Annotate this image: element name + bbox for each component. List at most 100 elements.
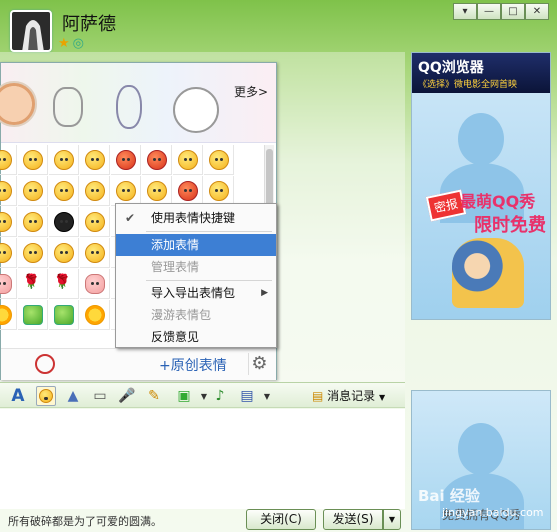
menu-item-label: 导入导出表情包 [151, 286, 236, 300]
emoticon-cell[interactable] [18, 176, 48, 206]
contact-name: 阿萨德 [62, 14, 116, 35]
ad-banner[interactable]: QQ浏览器 《选择》微电影全网首映 密报 最萌QQ秀 限时免费中 [411, 52, 551, 320]
emoticon-icon [22, 211, 43, 232]
gear-icon[interactable]: ⚙ [248, 353, 270, 375]
maximize-button[interactable]: □ [501, 3, 525, 20]
smiley-icon [39, 389, 53, 403]
emoticon-cell[interactable]: 🌹 [18, 269, 48, 299]
message-input[interactable] [0, 409, 405, 509]
menu-separator [146, 231, 272, 232]
context-menu[interactable]: ✔ 使用表情快捷键 添加表情 管理表情 导入导出表情包 ▶ 漫游表情包 反馈意见 [115, 203, 277, 348]
sticker-rabbit[interactable] [116, 85, 142, 129]
microphone-icon[interactable]: 🎤 [117, 386, 137, 406]
emoticon-cell[interactable] [49, 207, 79, 237]
menu-item-label: 反馈意见 [151, 330, 200, 344]
emoticon-cell[interactable] [111, 176, 141, 206]
emoticon-cell[interactable] [204, 145, 234, 175]
emoticon-icon [84, 149, 105, 170]
more-link[interactable]: 更多> [234, 83, 268, 100]
magic-hat-icon[interactable]: ▲ [63, 386, 83, 406]
emoticon-cell[interactable] [80, 238, 110, 268]
video-icon[interactable]: ▭ [90, 386, 110, 406]
emoticon-cell[interactable] [18, 207, 48, 237]
emoticon-cell[interactable] [49, 145, 79, 175]
emoticon-icon [0, 211, 12, 232]
chevron-down-icon: ▼ [379, 393, 386, 402]
emoticon-cell[interactable]: 🌹 [49, 269, 79, 299]
emoticon-cell[interactable] [18, 238, 48, 268]
emoticon-button[interactable] [36, 386, 56, 406]
ad-line1: 最萌QQ秀 [460, 192, 536, 211]
avatar[interactable] [10, 10, 52, 52]
menu-item-manage[interactable]: 管理表情 [116, 256, 276, 278]
emoticon-icon: 🌹 [53, 273, 71, 290]
emoticon-icon [84, 242, 105, 263]
sticker-rage-face[interactable] [173, 87, 219, 133]
send-options-chevron-icon[interactable]: ▼ [383, 509, 401, 530]
emoticon-cell[interactable] [0, 176, 17, 206]
history-label: 消息记录 [327, 389, 376, 403]
close-button[interactable]: 关闭(C) [246, 509, 316, 530]
sync-icon[interactable]: ◎ [73, 36, 84, 51]
send-button[interactable]: 发送(S) [323, 509, 383, 530]
emoticon-icon [208, 180, 229, 201]
emoticon-cell[interactable] [0, 269, 17, 299]
emoticon-cell[interactable] [204, 176, 234, 206]
emoticon-cell[interactable] [0, 207, 17, 237]
emoticon-cell[interactable] [18, 145, 48, 175]
sticker-pig[interactable] [0, 81, 37, 127]
menu-item-shortcut[interactable]: ✔ 使用表情快捷键 [116, 207, 276, 229]
font-button[interactable]: A [8, 386, 28, 406]
emoticon-cell[interactable] [0, 300, 17, 330]
emoticon-icon [22, 180, 43, 201]
emoticon-cell[interactable] [80, 176, 110, 206]
emoticon-cell[interactable] [18, 300, 48, 330]
emoticon-cell[interactable] [0, 145, 17, 175]
screenshot-icon[interactable]: ▤ [237, 386, 257, 406]
emoticon-cell[interactable] [0, 238, 17, 268]
emoticon-cell[interactable] [49, 176, 79, 206]
star-icon[interactable]: ★ [58, 36, 70, 51]
emoticon-cell[interactable] [173, 145, 203, 175]
sticker-cat[interactable] [53, 87, 83, 127]
emoticon-cell[interactable] [80, 269, 110, 299]
message-history-button[interactable]: ▤ 消息记录 ▼ [312, 387, 385, 404]
emoticon-category-strip[interactable]: 更多> [0, 63, 276, 143]
menu-separator [146, 280, 272, 281]
baidu-watermark-logo: Bai 经验 [418, 487, 480, 505]
chevron-down-icon[interactable]: ▼ [257, 386, 277, 406]
emoticon-icon [0, 149, 12, 170]
browser-ad[interactable]: QQ浏览器 《选择》微电影全网首映 [412, 53, 550, 93]
cartoon-kids-image [452, 238, 524, 308]
baidu-watermark-url: jingyan.baidu.com [442, 506, 544, 519]
avatar-silhouette-icon [458, 423, 504, 475]
emoticon-tab-icon[interactable] [35, 354, 55, 374]
image-icon[interactable]: ▣ [174, 386, 194, 406]
emoticon-icon [177, 180, 198, 201]
original-emoticon-button[interactable]: +原创表情 [159, 355, 227, 375]
menu-item-import-export[interactable]: 导入导出表情包 ▶ [116, 282, 276, 304]
menu-item-roaming[interactable]: 漫游表情包 [116, 304, 276, 326]
emoticon-icon [115, 149, 136, 170]
emoticon-cell[interactable] [49, 238, 79, 268]
emoticon-cell[interactable] [80, 207, 110, 237]
ad-brand: QQ浏览器 [418, 60, 484, 76]
menu-item-add[interactable]: 添加表情 [116, 234, 276, 256]
music-icon[interactable]: ♪ [210, 386, 230, 406]
emoticon-cell[interactable] [142, 145, 172, 175]
menu-button[interactable]: ▾ [453, 3, 477, 20]
emoticon-cell[interactable] [80, 300, 110, 330]
close-window-button[interactable]: ✕ [525, 3, 549, 20]
emoticon-cell[interactable] [173, 176, 203, 206]
minimize-button[interactable]: — [477, 3, 501, 20]
emoticon-cell[interactable] [111, 145, 141, 175]
emoticon-cell[interactable] [80, 145, 110, 175]
emoticon-icon [0, 304, 12, 325]
doodle-icon[interactable]: ✎ [144, 386, 164, 406]
menu-item-feedback[interactable]: 反馈意见 [116, 326, 276, 348]
emoticon-cell[interactable] [49, 300, 79, 330]
emoticon-icon [208, 149, 229, 170]
emoticon-icon [22, 242, 43, 263]
emoticon-icon [84, 273, 105, 294]
emoticon-cell[interactable] [142, 176, 172, 206]
